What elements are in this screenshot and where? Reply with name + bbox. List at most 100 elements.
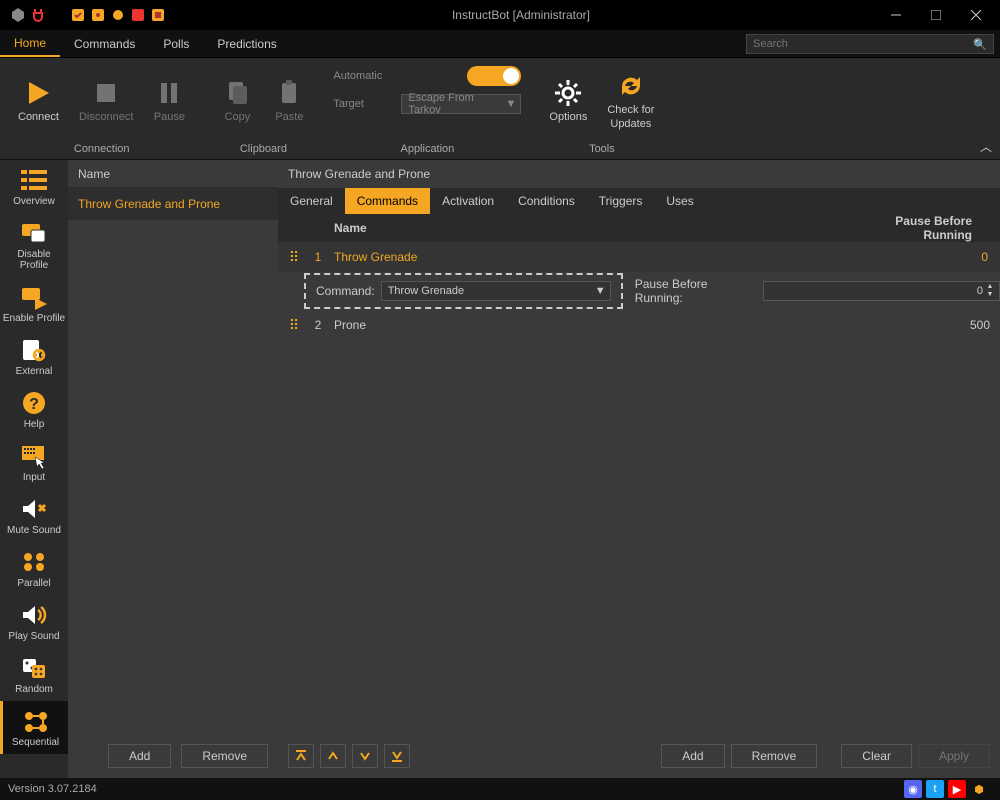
name-column: Name Throw Grenade and Prone Add Remove — [68, 160, 278, 778]
name-column-footer: Add Remove — [68, 734, 278, 778]
tool-random[interactable]: Random — [0, 648, 68, 701]
drag-handle-icon[interactable]: ⠿ — [278, 249, 308, 266]
tool-overview[interactable]: Overview — [0, 160, 68, 213]
chevron-down-icon: ▼ — [595, 285, 606, 297]
badge-icon-1 — [70, 7, 86, 23]
tool-enable-profile[interactable]: Enable Profile — [0, 277, 68, 330]
pause-button: Pause — [145, 62, 193, 139]
tab-general[interactable]: General — [278, 188, 345, 214]
ribbon-group-clipboard: Copy Paste Clipboard — [203, 58, 323, 159]
name-add-button[interactable]: Add — [108, 744, 171, 768]
tab-uses[interactable]: Uses — [654, 188, 705, 214]
paste-button: Paste — [265, 62, 313, 139]
close-button[interactable] — [956, 0, 996, 30]
main-area: Overview Disable Profile Enable Profile … — [0, 160, 1000, 778]
pause-before-input[interactable]: 0 ▲▼ — [763, 281, 1000, 301]
menu-polls[interactable]: Polls — [149, 30, 203, 57]
menu-predictions[interactable]: Predictions — [203, 30, 290, 57]
options-button[interactable]: Options — [541, 62, 595, 139]
ribbon-group-connection: Connect Disconnect Pause Connection — [0, 58, 203, 159]
detail-title: Throw Grenade and Prone — [278, 160, 1000, 188]
menu-bar: Home Commands Polls Predictions 🔍 — [0, 30, 1000, 58]
search-box[interactable]: 🔍 — [746, 34, 994, 54]
maximize-button[interactable] — [916, 0, 956, 30]
automatic-toggle[interactable] — [467, 66, 521, 86]
youtube-icon[interactable]: ▶ — [948, 780, 966, 798]
move-up-button[interactable] — [320, 744, 346, 768]
title-bar: InstructBot [Administrator] — [0, 0, 1000, 30]
discord-icon[interactable]: ◉ — [904, 780, 922, 798]
status-icons: ◉ t ▶ ⬢ — [904, 780, 992, 798]
app-status-icon[interactable]: ⬢ — [970, 780, 988, 798]
grid-row-1[interactable]: ⠿ 1 Throw Grenade 0 — [278, 242, 1000, 272]
tool-play-sound[interactable]: Play Sound — [0, 595, 68, 648]
ribbon-group-application: Automatic Target Escape From Tarkov ▼ Ap… — [323, 58, 531, 159]
app-icon-1 — [10, 7, 26, 23]
ribbon-group-tools: Options Check for Updates Tools — [531, 58, 672, 159]
detail-footer: Add Remove Clear Apply — [278, 734, 1000, 778]
tab-conditions[interactable]: Conditions — [506, 188, 587, 214]
tool-input[interactable]: Input — [0, 436, 68, 489]
detail-add-button[interactable]: Add — [661, 744, 724, 768]
name-column-header: Name — [68, 160, 278, 188]
tool-sequential[interactable]: Sequential — [0, 701, 68, 754]
detail-tabs: General Commands Activation Conditions T… — [278, 188, 1000, 214]
badge-icon-4 — [130, 7, 146, 23]
tool-parallel[interactable]: Parallel — [0, 542, 68, 595]
move-bottom-button[interactable] — [384, 744, 410, 768]
tool-help[interactable]: ?Help — [0, 383, 68, 436]
tool-disable-profile[interactable]: Disable Profile — [0, 213, 68, 277]
name-list: Throw Grenade and Prone — [68, 188, 278, 734]
drag-handle-icon[interactable]: ⠿ — [278, 317, 308, 334]
detail-clear-button[interactable]: Clear — [841, 744, 912, 768]
grid-header-name[interactable]: Name — [328, 221, 850, 235]
ribbon: Connect Disconnect Pause Connection Copy… — [0, 58, 1000, 160]
grid-row-2[interactable]: ⠿ 2 Prone 500 — [278, 310, 1000, 340]
badge-icon-5 — [150, 7, 166, 23]
command-editor-box: Command: Throw Grenade ▼ — [304, 273, 623, 309]
grid-row-1-editor: Command: Throw Grenade ▼ Pause Before Ru… — [278, 272, 1000, 310]
grid-header-pause[interactable]: Pause Before Running — [850, 214, 1000, 242]
status-bar: Version 3.07.2184 ◉ t ▶ ⬢ — [0, 778, 1000, 800]
name-item-0[interactable]: Throw Grenade and Prone — [68, 188, 278, 220]
detail-panel: Throw Grenade and Prone General Commands… — [278, 160, 1000, 778]
tab-activation[interactable]: Activation — [430, 188, 506, 214]
search-icon: 🔍 — [973, 38, 987, 51]
grid-body: ⠿ 1 Throw Grenade 0 Command: Throw Grena… — [278, 242, 1000, 734]
tab-triggers[interactable]: Triggers — [587, 188, 655, 214]
automatic-label: Automatic — [333, 70, 393, 82]
disconnect-button: Disconnect — [71, 62, 141, 139]
move-top-button[interactable] — [288, 744, 314, 768]
menu-commands[interactable]: Commands — [60, 30, 149, 57]
version-label: Version 3.07.2184 — [8, 783, 97, 795]
badge-icon-2 — [90, 7, 106, 23]
menu-home[interactable]: Home — [0, 30, 60, 57]
twitter-icon[interactable]: t — [926, 780, 944, 798]
detail-apply-button: Apply — [918, 744, 990, 768]
tab-commands[interactable]: Commands — [345, 188, 430, 214]
window-controls — [876, 0, 996, 30]
detail-remove-button[interactable]: Remove — [731, 744, 818, 768]
move-down-button[interactable] — [352, 744, 378, 768]
plug-icon — [30, 7, 46, 23]
left-toolbar: Overview Disable Profile Enable Profile … — [0, 160, 68, 778]
chevron-down-icon: ▼ — [506, 98, 517, 110]
badge-icon-3 — [110, 7, 126, 23]
check-updates-button[interactable]: Check for Updates — [599, 62, 662, 139]
grid-header: Name Pause Before Running — [278, 214, 1000, 242]
window-title: InstructBot [Administrator] — [166, 8, 876, 22]
ribbon-collapse-button[interactable]: ︿ — [980, 138, 992, 155]
connect-button[interactable]: Connect — [10, 62, 67, 139]
search-input[interactable] — [753, 38, 973, 50]
tool-external[interactable]: External — [0, 330, 68, 383]
titlebar-app-icons — [4, 7, 166, 23]
command-label: Command: — [316, 284, 375, 298]
tool-mute-sound[interactable]: Mute Sound — [0, 489, 68, 542]
name-remove-button[interactable]: Remove — [181, 744, 268, 768]
minimize-button[interactable] — [876, 0, 916, 30]
pause-spinner[interactable]: ▲▼ — [985, 283, 995, 299]
copy-button: Copy — [213, 62, 261, 139]
pause-before-label: Pause Before Running: — [635, 277, 757, 305]
command-select[interactable]: Throw Grenade ▼ — [381, 281, 611, 301]
target-select[interactable]: Escape From Tarkov ▼ — [401, 94, 521, 114]
